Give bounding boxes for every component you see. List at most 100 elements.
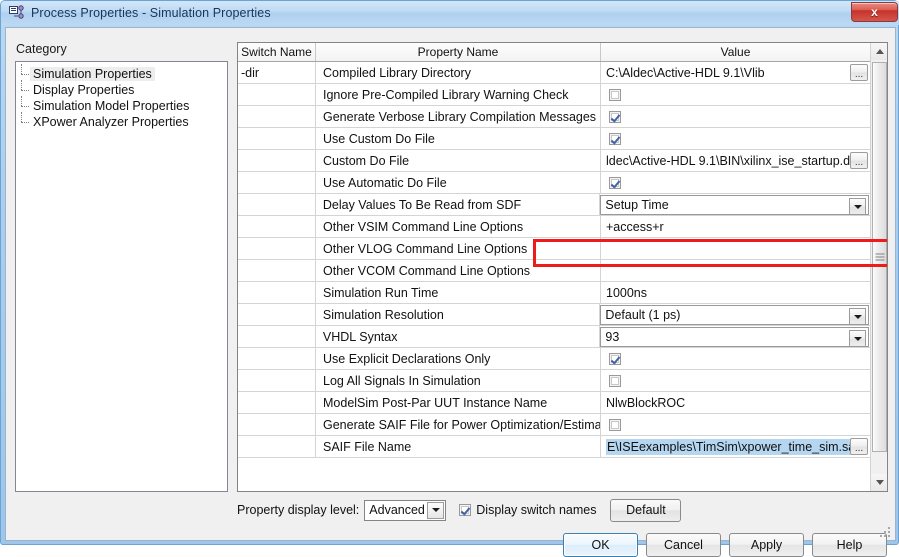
cell-value[interactable] <box>601 348 870 369</box>
chevron-down-icon[interactable] <box>849 308 866 324</box>
display-switch-names-check-icon[interactable] <box>459 504 472 516</box>
category-item[interactable]: Display Properties <box>16 80 227 98</box>
checkbox-checked-icon[interactable] <box>609 132 621 145</box>
cell-value[interactable]: 93 <box>600 327 869 347</box>
table-row[interactable]: Generate SAIF File for Power Optimizatio… <box>238 414 870 436</box>
help-button[interactable]: Help <box>812 533 887 557</box>
column-header-property-name[interactable]: Property Name <box>316 43 601 61</box>
table-row[interactable]: VHDL Syntax 93 <box>238 326 870 348</box>
cell-value[interactable] <box>601 370 870 391</box>
cell-value[interactable]: Setup Time <box>600 195 869 215</box>
property-grid: Switch Name Property Name Value -dir Comp… <box>237 42 888 492</box>
scroll-down-icon[interactable] <box>871 474 887 491</box>
cell-value[interactable]: C:\Aldec\Active-HDL 9.1\Vlib... <box>601 62 870 83</box>
cell-switch-name <box>238 216 316 237</box>
table-row[interactable]: Simulation Run Time 1000ns <box>238 282 870 304</box>
column-header-value[interactable]: Value <box>601 43 870 61</box>
cancel-button[interactable]: Cancel <box>646 533 721 557</box>
cell-property-name: Ignore Pre-Compiled Library Warning Chec… <box>316 84 601 105</box>
cell-switch-name <box>238 392 316 413</box>
checkbox-unchecked-icon[interactable] <box>609 374 621 387</box>
table-row[interactable]: SAIF File Name E\ISEexamples\TimSim\xpowe… <box>238 436 870 458</box>
cell-property-name: Generate Verbose Library Compilation Mes… <box>316 106 601 127</box>
category-tree[interactable]: Simulation Properties Display Properties S… <box>15 61 228 492</box>
cell-value[interactable]: ldec\Active-HDL 9.1\BIN\xilinx_ise_start… <box>601 150 870 171</box>
cell-property-name: SAIF File Name <box>316 436 601 457</box>
cell-value[interactable] <box>601 172 870 193</box>
checkbox-checked-icon[interactable] <box>609 352 621 365</box>
ok-button[interactable]: OK <box>563 533 638 557</box>
cell-property-name: ModelSim Post-Par UUT Instance Name <box>316 392 601 413</box>
window-title: Process Properties - Simulation Properti… <box>31 6 271 20</box>
cell-value[interactable]: +access+r <box>601 216 870 237</box>
table-row[interactable]: Custom Do File ldec\Active-HDL 9.1\BIN\xi… <box>238 150 870 172</box>
cell-value[interactable]: NlwBlockROC <box>601 392 870 413</box>
table-row[interactable]: Generate Verbose Library Compilation Mes… <box>238 106 870 128</box>
browse-ellipsis-button[interactable]: ... <box>850 152 868 169</box>
tree-branch-icon <box>20 112 30 130</box>
grid-vertical-scrollbar[interactable] <box>870 43 887 491</box>
default-button[interactable]: Default <box>610 498 682 522</box>
cell-value[interactable]: 1000ns <box>601 282 870 303</box>
chevron-down-icon[interactable] <box>427 501 445 519</box>
value-text: NlwBlockROC <box>606 395 686 410</box>
browse-ellipsis-button[interactable]: ... <box>850 64 868 81</box>
table-row[interactable]: Delay Values To Be Read from SDF Setup Ti… <box>238 194 870 216</box>
value-text: E\ISEexamples\TimSim\xpower_time_sim.sai… <box>606 438 863 455</box>
cell-switch-name <box>238 414 316 435</box>
category-item-label: Simulation Model Properties <box>33 99 190 113</box>
cell-switch-name <box>238 84 316 105</box>
display-switch-names-checkbox[interactable]: Display switch names <box>456 503 596 517</box>
table-row[interactable]: Log All Signals In Simulation <box>238 370 870 392</box>
category-item[interactable]: Simulation Properties <box>16 64 227 82</box>
checkbox-unchecked-icon[interactable] <box>609 418 621 431</box>
cell-property-name: Custom Do File <box>316 150 601 171</box>
table-row[interactable]: ModelSim Post-Par UUT Instance Name NlwBl… <box>238 392 870 414</box>
scrollbar-grip-icon <box>875 253 884 261</box>
table-row[interactable]: Use Custom Do File <box>238 128 870 150</box>
process-properties-icon <box>9 5 24 19</box>
category-item[interactable]: Simulation Model Properties <box>16 96 227 114</box>
resize-grip-icon[interactable] <box>878 525 890 537</box>
chevron-down-icon[interactable] <box>849 330 866 346</box>
cell-property-name: Log All Signals In Simulation <box>316 370 601 391</box>
apply-button[interactable]: Apply <box>729 533 804 557</box>
cell-value[interactable] <box>601 84 870 105</box>
cell-value[interactable]: E\ISEexamples\TimSim\xpower_time_sim.sai… <box>601 436 870 457</box>
table-row[interactable]: Other VSIM Command Line Options +access+r <box>238 216 870 238</box>
display-switch-names-label: Display switch names <box>476 503 597 517</box>
table-row[interactable]: Use Automatic Do File <box>238 172 870 194</box>
options-row: Property display level: Advanced Display… <box>237 498 888 522</box>
category-item[interactable]: XPower Analyzer Properties <box>16 112 227 130</box>
cell-value[interactable]: Default (1 ps) <box>600 305 869 325</box>
checkbox-checked-icon[interactable] <box>609 110 621 123</box>
cell-value[interactable] <box>601 238 870 259</box>
table-row[interactable]: Simulation Resolution Default (1 ps) <box>238 304 870 326</box>
table-row[interactable]: Use Explicit Declarations Only <box>238 348 870 370</box>
cell-value[interactable] <box>601 106 870 127</box>
cell-value[interactable] <box>601 260 870 281</box>
browse-ellipsis-button[interactable]: ... <box>850 438 868 455</box>
cell-switch-name <box>238 304 316 325</box>
column-header-switch-name[interactable]: Switch Name <box>238 43 316 61</box>
table-row[interactable]: -dir Compiled Library Directory C:\Aldec\A… <box>238 62 870 84</box>
checkbox-unchecked-icon[interactable] <box>609 88 621 101</box>
checkbox-checked-icon[interactable] <box>609 176 621 189</box>
chevron-down-icon[interactable] <box>849 198 866 214</box>
title-bar[interactable]: Process Properties - Simulation Properti… <box>1 1 899 25</box>
tree-branch-icon <box>20 96 30 114</box>
category-item-label: Simulation Properties <box>30 67 155 81</box>
cell-switch-name <box>238 150 316 171</box>
scroll-up-icon[interactable] <box>871 43 887 60</box>
cell-value[interactable] <box>601 128 870 149</box>
property-display-level-select[interactable]: Advanced <box>364 499 447 521</box>
dialog-window: Process Properties - Simulation Properti… <box>0 0 899 557</box>
cell-switch-name <box>238 260 316 281</box>
close-icon[interactable]: x <box>851 2 898 22</box>
table-row[interactable]: Ignore Pre-Compiled Library Warning Chec… <box>238 84 870 106</box>
scrollbar-thumb[interactable] <box>872 62 887 452</box>
cell-value[interactable] <box>601 414 870 435</box>
table-row[interactable]: Other VLOG Command Line Options <box>238 238 870 260</box>
table-row[interactable]: Other VCOM Command Line Options <box>238 260 870 282</box>
cell-property-name: Other VCOM Command Line Options <box>316 260 601 281</box>
